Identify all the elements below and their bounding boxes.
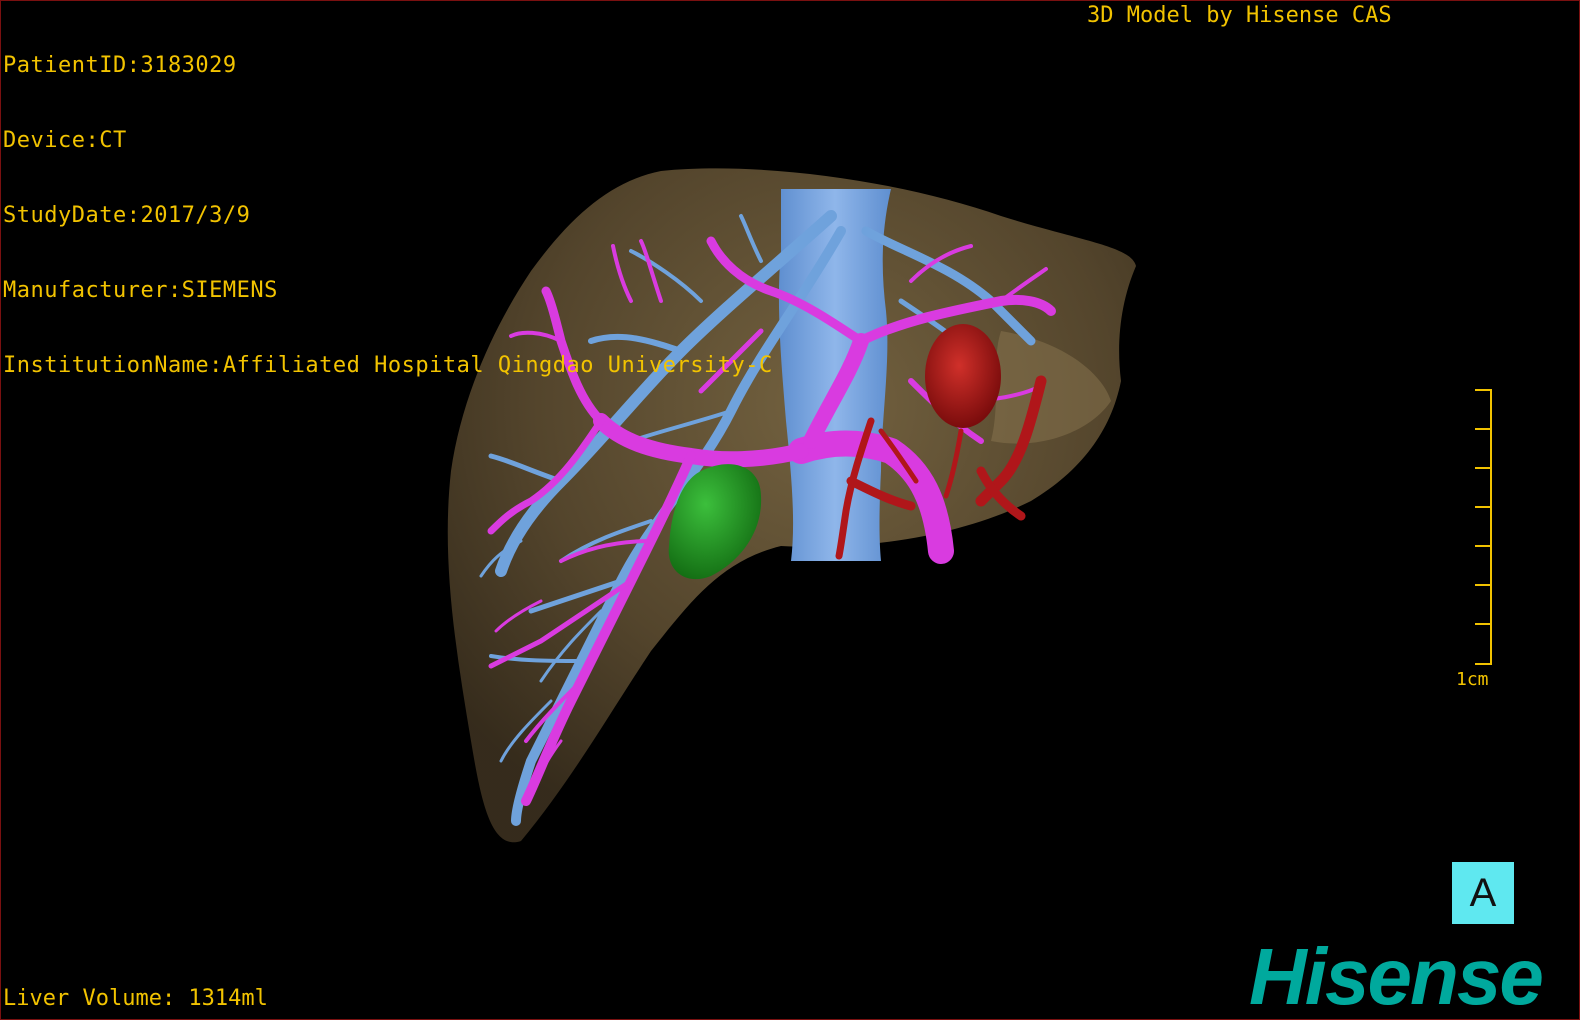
liver-volume: Liver Volume: 1314ml [3,986,268,1011]
hisense-logo: Hisense [1249,932,1544,1020]
anterior-view-button[interactable]: A [1452,862,1514,924]
study-info-overlay: PatientID:3183029 Device:CT StudyDate:20… [3,3,773,428]
patient-id: PatientID:3183029 [3,53,237,78]
scale-bar [1475,389,1492,665]
3d-viewport[interactable]: PatientID:3183029 Device:CT StudyDate:20… [0,0,1580,1020]
institution-name: InstitutionName:Affiliated Hospital Qing… [3,353,773,378]
study-date: StudyDate:2017/3/9 [3,203,251,228]
scale-label: 1cm [1456,669,1489,690]
device: Device:CT [3,128,127,153]
manufacturer: Manufacturer:SIEMENS [3,278,278,303]
hepatic-lesion [925,324,1001,428]
model-credit: 3D Model by Hisense CAS [1087,3,1392,28]
